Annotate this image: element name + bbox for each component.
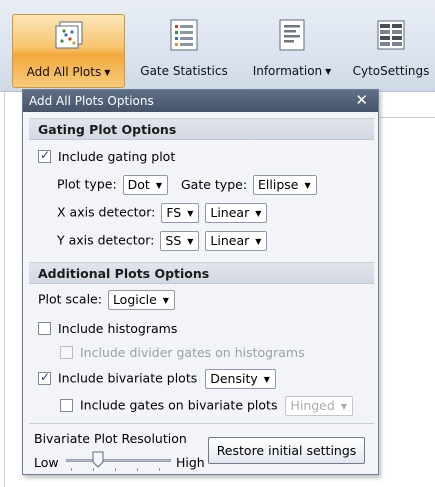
add-all-plots-label: Add All Plots	[26, 65, 102, 79]
plot-type-dropdown[interactable]: Dot ▼	[122, 175, 168, 195]
include-gating-plot-checkbox[interactable]: Include gating plot	[38, 148, 176, 164]
information-label: Information	[252, 64, 323, 78]
chevron-down-icon: ▼	[187, 237, 194, 246]
plot-type-label: Plot type:	[57, 176, 117, 192]
chevron-down-icon: ▼	[325, 67, 332, 76]
gates-bivariate-type-value: Hinged	[290, 398, 335, 413]
ribbon-toolbar: Add All Plots ▼ Gate Statistics Informati…	[0, 0, 435, 92]
include-bivariate-plots-checkbox[interactable]: Include bivariate plots Density ▼	[38, 369, 276, 389]
include-gates-bivariate-checkbox[interactable]: Include gates on bivariate plots Hinged ▼	[60, 396, 353, 416]
chevron-down-icon: ▼	[155, 181, 162, 190]
chevron-down-icon: ▼	[340, 402, 347, 411]
y-axis-detector-row: Y axis detector: SS ▼ Linear ▼	[57, 231, 268, 251]
y-scale-value: Linear	[210, 233, 250, 248]
include-gates-bivariate-label: Include gates on bivariate plots	[80, 397, 278, 413]
bivariate-resolution-label: Bivariate Plot Resolution	[34, 431, 187, 446]
plot-scale-dropdown[interactable]: Logicle ▼	[107, 290, 175, 310]
chevron-down-icon: ▼	[255, 237, 262, 246]
plot-scale-row: Plot scale: Logicle ▼	[38, 290, 175, 310]
checkbox-unchecked-icon[interactable]	[60, 398, 73, 412]
x-scale-dropdown[interactable]: Linear ▼	[205, 203, 268, 223]
chevron-down-icon: ▼	[304, 181, 311, 190]
close-icon[interactable]: ✕	[355, 91, 368, 109]
additional-plots-options-header: Additional Plots Options	[29, 262, 374, 284]
gating-plot-options-header: Gating Plot Options	[29, 118, 374, 140]
checkbox-checked-icon[interactable]	[38, 370, 51, 385]
y-detector-value: SS	[165, 233, 182, 248]
include-gating-plot-label: Include gating plot	[58, 149, 176, 164]
include-histograms-label: Include histograms	[58, 321, 178, 336]
workspace-divider	[380, 92, 435, 118]
include-divider-gates-checkbox[interactable]: Include divider gates on histograms	[60, 345, 305, 360]
settings-grid-icon	[377, 20, 405, 50]
chevron-down-icon: ▼	[255, 209, 262, 218]
y-detector-dropdown[interactable]: SS ▼	[160, 231, 200, 251]
resolution-slider-thumb[interactable]	[92, 451, 104, 468]
x-detector-dropdown[interactable]: FS ▼	[161, 203, 200, 223]
popup-title: Add All Plots Options	[29, 94, 154, 108]
plot-type-value: Dot	[127, 177, 150, 192]
plot-scale-label: Plot scale:	[38, 291, 102, 307]
resolution-high-label: High	[176, 455, 205, 470]
cytosettings-button[interactable]: CytoSettings	[346, 14, 435, 88]
resolution-low-label: Low	[34, 455, 59, 470]
chevron-down-icon: ▼	[263, 375, 270, 384]
slider-tick	[137, 468, 138, 471]
gate-statistics-label: Gate Statistics	[140, 64, 228, 78]
include-bivariate-plots-label: Include bivariate plots	[58, 370, 198, 386]
x-axis-detector-row: X axis detector: FS ▼ Linear ▼	[57, 203, 268, 223]
information-button[interactable]: Information ▼	[242, 14, 342, 88]
bivariate-type-dropdown[interactable]: Density ▼	[205, 369, 276, 389]
popup-title-bar: Add All Plots Options ✕	[23, 90, 378, 112]
chevron-down-icon: ▼	[187, 209, 194, 218]
slider-tick	[93, 468, 94, 471]
section-divider	[29, 423, 374, 424]
restore-initial-settings-button[interactable]: Restore initial settings	[208, 437, 365, 464]
y-axis-detector-label: Y axis detector:	[57, 232, 155, 248]
bivariate-type-value: Density	[210, 371, 258, 386]
x-detector-value: FS	[166, 205, 182, 220]
add-all-plots-button[interactable]: Add All Plots ▼	[12, 14, 125, 88]
gate-statistics-button[interactable]: Gate Statistics	[132, 14, 236, 88]
information-list-icon	[279, 19, 305, 51]
include-divider-gates-label: Include divider gates on histograms	[80, 345, 305, 360]
chevron-down-icon: ▼	[104, 68, 111, 77]
plot-type-row: Plot type: Dot ▼ Gate type: Ellipse ▼	[57, 175, 317, 195]
gate-type-label: Gate type:	[180, 176, 248, 192]
resolution-slider-track[interactable]	[66, 459, 171, 462]
plot-scale-value: Logicle	[112, 292, 157, 307]
add-all-plots-options-popup: Add All Plots Options ✕ Gating Plot Opti…	[22, 89, 379, 475]
gate-type-dropdown[interactable]: Ellipse ▼	[253, 175, 317, 195]
x-scale-value: Linear	[210, 205, 250, 220]
statistics-table-icon	[170, 19, 198, 51]
checkbox-unchecked-icon[interactable]	[38, 322, 51, 335]
y-scale-dropdown[interactable]: Linear ▼	[205, 231, 268, 251]
slider-tick	[159, 468, 160, 471]
checkbox-checked-icon[interactable]	[38, 148, 51, 163]
cytosettings-label: CytoSettings	[352, 64, 430, 78]
x-axis-detector-label: X axis detector:	[57, 204, 156, 220]
chevron-down-icon: ▼	[162, 296, 169, 305]
slider-tick	[71, 468, 72, 471]
include-histograms-checkbox[interactable]: Include histograms	[38, 321, 177, 336]
gate-type-value: Ellipse	[258, 177, 299, 192]
scatter-plot-icon	[55, 21, 82, 49]
slider-tick	[115, 468, 116, 471]
gates-bivariate-type-dropdown[interactable]: Hinged ▼	[285, 396, 353, 416]
checkbox-disabled-icon[interactable]	[60, 346, 73, 359]
